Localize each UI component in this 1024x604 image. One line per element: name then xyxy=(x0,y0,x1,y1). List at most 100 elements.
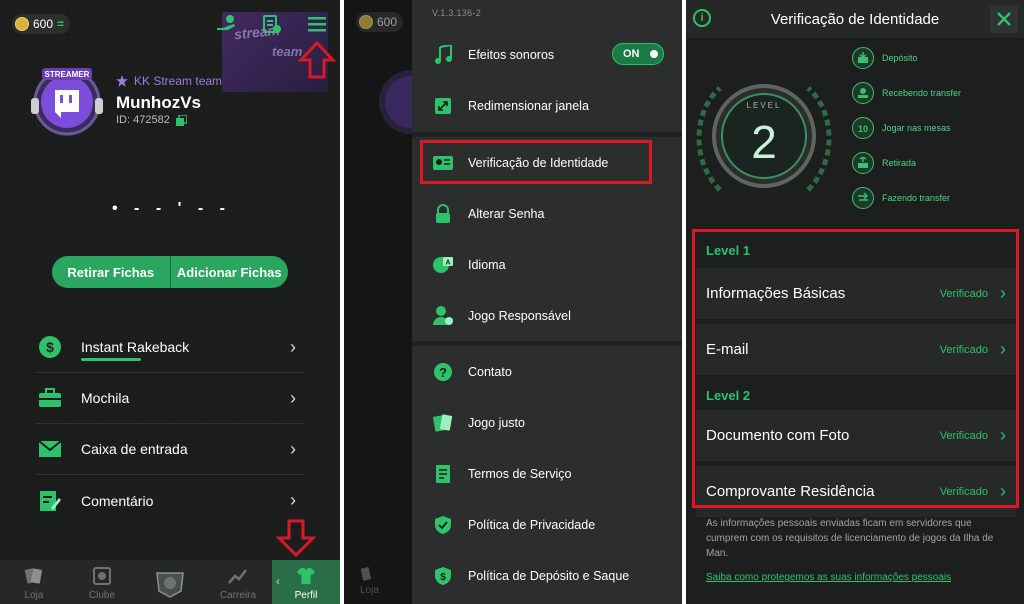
close-button[interactable] xyxy=(990,5,1018,33)
svg-text:$: $ xyxy=(440,572,446,583)
avatar-dimmed xyxy=(379,70,412,134)
tab-label: Carreira xyxy=(219,590,257,601)
coin-amount: 600 xyxy=(33,17,54,31)
chevron-right-icon: › xyxy=(290,336,296,357)
withdraw-chips-button[interactable]: Retirar Fichas xyxy=(52,256,170,288)
dimmed-tab: Loja xyxy=(360,566,379,596)
username: MunhozVs xyxy=(116,93,201,112)
masked-info: • - - ' - - xyxy=(112,200,231,217)
profile-panel: 600 = stream team STREAMER KK Stream tea… xyxy=(0,0,340,604)
svg-text:$: $ xyxy=(46,339,54,355)
verification-header: i Verificação de Identidade xyxy=(686,0,1024,38)
menu-item-terms-of-service[interactable]: Termos de Serviço xyxy=(412,448,682,499)
user-id: ID: 472582 xyxy=(116,114,170,126)
cashback-icon[interactable] xyxy=(214,12,238,36)
help-icon: ? xyxy=(432,361,454,383)
menu-item-mochila[interactable]: Mochila › xyxy=(36,373,304,424)
chevron-left-icon: ‹ xyxy=(276,576,280,588)
tab-label: Loja xyxy=(24,590,44,601)
svg-text:STREAMER: STREAMER xyxy=(45,70,90,79)
tab-clube[interactable]: Clube xyxy=(68,560,136,604)
chevron-right-icon: › xyxy=(290,438,296,459)
copy-icon[interactable] xyxy=(175,114,187,126)
jersey-icon xyxy=(296,566,316,586)
menu-item-label: Efeitos sonoros xyxy=(468,47,555,62)
language-icon: A xyxy=(432,254,454,276)
bottom-tab-bar: Loja Clube Carreira ‹ Perfil xyxy=(0,560,340,604)
poker-emblem-icon xyxy=(153,567,187,599)
menu-item-privacy-policy[interactable]: Política de Privacidade xyxy=(412,499,682,550)
dollar-icon: $ xyxy=(36,333,64,361)
menu-item-instant-rakeback[interactable]: $ Instant Rakeback › xyxy=(36,322,304,373)
menu-icon[interactable] xyxy=(305,12,329,36)
menu-item-label: Idioma xyxy=(468,257,506,272)
menu-item-deposit-policy[interactable]: $ Política de Depósito e Saque xyxy=(412,550,682,601)
coin-icon xyxy=(15,17,29,31)
info-icon[interactable]: i xyxy=(693,9,711,27)
perk-label: Depósito xyxy=(882,53,918,63)
deposit-icon: $ xyxy=(432,565,454,587)
menu-item-contact[interactable]: ? Contato xyxy=(412,346,682,397)
coin-balance-dimmed: 600 xyxy=(356,12,404,32)
close-icon xyxy=(997,12,1011,26)
settings-drawer: V.1.3.136-2 Efeitos sonoros ON Redimensi… xyxy=(412,0,682,604)
progress-underline xyxy=(81,358,141,361)
tab-carreira[interactable]: Carreira xyxy=(204,560,272,604)
perk-play-tables: 10 Jogar nas mesas xyxy=(852,117,951,139)
svg-text:10: 10 xyxy=(858,124,868,134)
menu-item-label: Política de Privacidade xyxy=(468,517,596,532)
withdraw-icon xyxy=(852,152,874,174)
perk-receive-transfer: Recebendo transfer xyxy=(852,82,961,104)
briefcase-icon xyxy=(36,384,64,412)
menu-item-comment[interactable]: Comentário › xyxy=(36,475,304,526)
menu-item-label: Redimensionar janela xyxy=(468,98,589,113)
toggle-knob xyxy=(650,50,658,58)
menu-item-responsible-gaming[interactable]: Jogo Responsável xyxy=(412,290,682,341)
menu-item-fair-play[interactable]: Jogo justo xyxy=(412,397,682,448)
level-number: 2 xyxy=(751,116,777,168)
menu-item-label: Política de Depósito e Saque xyxy=(468,568,630,583)
privacy-link[interactable]: Saiba como protegemos as suas informaçõe… xyxy=(706,572,951,583)
team-name: KK Stream team xyxy=(134,74,223,88)
avatar[interactable]: STREAMER xyxy=(28,64,106,136)
document-icon xyxy=(432,463,454,485)
add-chips-button[interactable]: Adicionar Fichas xyxy=(169,256,288,288)
dimmed-tab-label: Loja xyxy=(360,585,379,596)
verification-panel: i Verificação de Identidade LEVEL 2 Depó… xyxy=(686,0,1024,604)
chips-button-group: Retirar Fichas Adicionar Fichas xyxy=(52,256,288,288)
tasks-icon[interactable] xyxy=(260,12,284,36)
perk-label: Recebendo transfer xyxy=(882,88,962,98)
down-arrow-annotation xyxy=(276,519,316,558)
edit-icon xyxy=(36,487,64,515)
menu-item-language[interactable]: A Idioma xyxy=(412,239,682,290)
up-arrow-annotation xyxy=(298,40,336,79)
menu-item-label: Jogo Responsável xyxy=(468,308,571,323)
menu-item-inbox[interactable]: Caixa de entrada › xyxy=(36,424,304,475)
chevron-right-icon: › xyxy=(290,490,296,510)
coin-balance[interactable]: 600 = xyxy=(12,14,71,34)
menu-item-label: Instant Rakeback xyxy=(81,339,190,355)
lock-icon xyxy=(432,203,454,225)
sound-toggle[interactable]: ON xyxy=(612,43,664,65)
menu-item-resize-window[interactable]: Redimensionar janela xyxy=(412,80,682,131)
menu-item-label: Caixa de entrada xyxy=(81,441,188,457)
resize-icon xyxy=(432,95,454,117)
menu-item-label: Jogo justo xyxy=(468,415,525,430)
menu-item-label: Mochila xyxy=(81,390,130,406)
tab-loja[interactable]: Loja xyxy=(0,560,68,604)
deposit-icon xyxy=(852,47,874,69)
level-medal: LEVEL 2 xyxy=(696,84,832,192)
star-icon xyxy=(116,75,128,87)
svg-text:?: ? xyxy=(439,365,447,380)
tab-lobby[interactable] xyxy=(136,560,204,604)
profile-menu: $ Instant Rakeback › Mochila › Caixa de … xyxy=(36,322,304,526)
menu-item-sound-effects[interactable]: Efeitos sonoros ON xyxy=(412,29,682,80)
coin-amount: 600 xyxy=(377,15,398,29)
tab-perfil[interactable]: ‹ Perfil xyxy=(272,560,340,604)
perk-deposit: Depósito xyxy=(852,47,918,69)
menu-item-change-password[interactable]: Alterar Senha xyxy=(412,188,682,239)
receive-icon xyxy=(852,82,874,104)
user-settings-icon xyxy=(432,305,454,327)
svg-text:A: A xyxy=(445,259,450,266)
perk-label: Jogar nas mesas xyxy=(882,123,951,133)
